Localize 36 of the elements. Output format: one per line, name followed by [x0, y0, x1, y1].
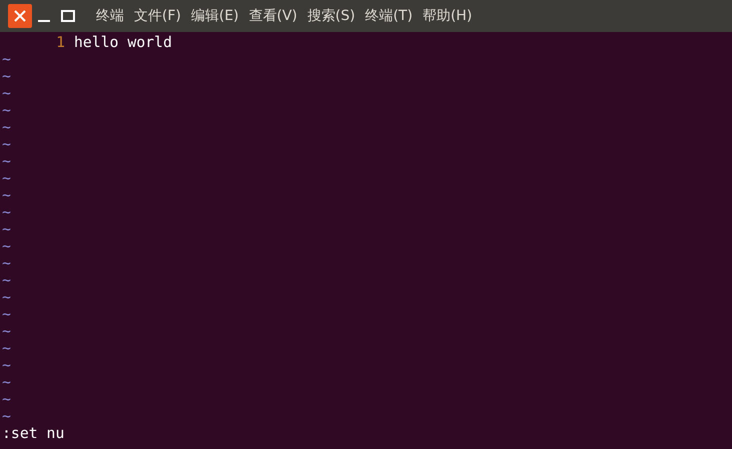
empty-line-marker: ~ [2, 170, 11, 187]
empty-line-marker: ~ [2, 51, 11, 68]
empty-line-marker: ~ [2, 289, 11, 306]
empty-line-marker: ~ [2, 119, 11, 136]
empty-line-marker: ~ [2, 357, 11, 374]
menu-item[interactable]: 搜索(S) [307, 7, 356, 25]
close-button[interactable] [8, 4, 32, 28]
command-line: :set nu [2, 425, 64, 442]
menu-item[interactable]: 帮助(H) [422, 7, 472, 25]
menu-item[interactable]: 文件(F) [134, 7, 181, 25]
line-number: 1 [55, 34, 65, 51]
empty-line-marker: ~ [2, 221, 11, 238]
empty-line-marker: ~ [2, 408, 11, 425]
empty-line-marker: ~ [2, 68, 11, 85]
empty-line-marker: ~ [2, 136, 11, 153]
menu-item[interactable]: 终端 [96, 7, 124, 25]
empty-line-marker: ~ [2, 272, 11, 289]
empty-line-marker: ~ [2, 340, 11, 357]
empty-line-marker: ~ [2, 374, 11, 391]
empty-line-marker: ~ [2, 391, 11, 408]
empty-line-marker: ~ [2, 255, 11, 272]
empty-line-marker: ~ [2, 238, 11, 255]
empty-line-marker: ~ [2, 187, 11, 204]
menu-item[interactable]: 终端(T) [365, 7, 413, 25]
code-line: hello world [74, 34, 172, 51]
empty-line-marker: ~ [2, 85, 11, 102]
empty-line-marker: ~ [2, 306, 11, 323]
maximize-icon [61, 10, 75, 22]
empty-line-marker: ~ [2, 153, 11, 170]
close-icon [14, 10, 26, 22]
menu-item[interactable]: 查看(V) [248, 7, 298, 25]
menu-item[interactable]: 编辑(E) [190, 7, 239, 25]
empty-line-marker: ~ [2, 323, 11, 340]
empty-line-marker: ~ [2, 102, 11, 119]
empty-line-marker: ~ [2, 204, 11, 221]
minimize-icon [38, 20, 50, 22]
